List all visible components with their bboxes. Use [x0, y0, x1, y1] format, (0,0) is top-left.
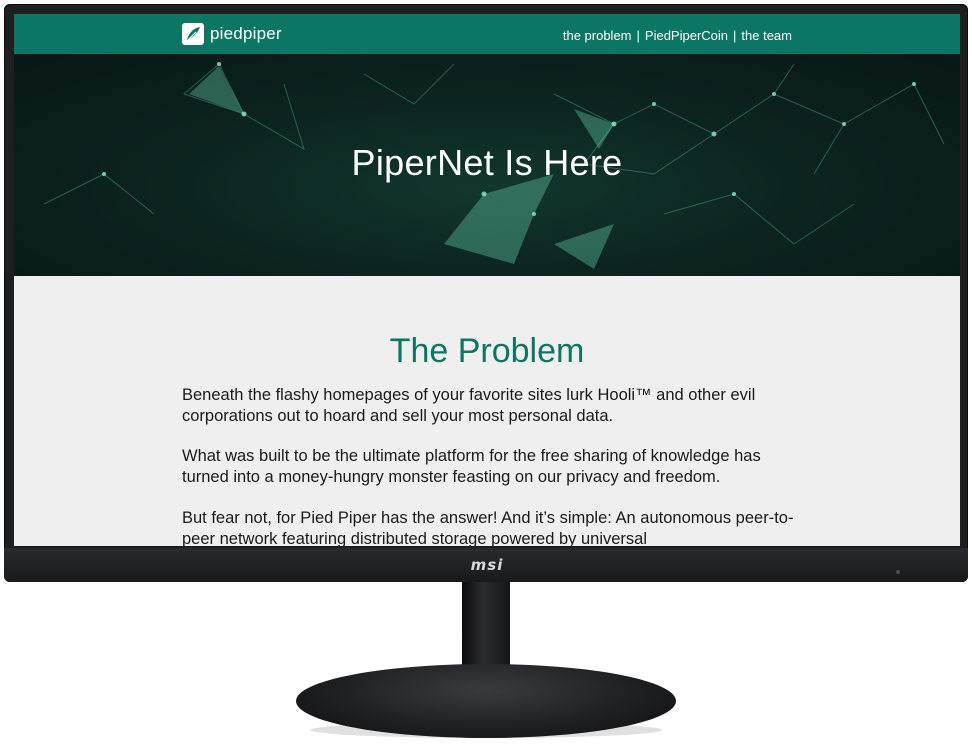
logo-text: piedpiper — [210, 24, 282, 43]
monitor-stand-base — [296, 664, 676, 738]
nav-separator: | — [733, 27, 737, 43]
paragraph-1: Beneath the flashy homepages of your fav… — [182, 386, 756, 425]
power-indicator — [896, 570, 900, 574]
paragraph-3: But fear not, for Pied Piper has the ans… — [182, 509, 794, 546]
problem-section: The Problem Beneath the flashy homepages… — [14, 276, 960, 546]
top-nav: the problem | PiedPiperCoin | the team — [563, 26, 792, 44]
section-title: The Problem — [389, 332, 585, 370]
nav-link-the-team[interactable]: the team — [741, 28, 792, 43]
monitor-screen: piedpiper the problem | PiedPiperCoin | … — [14, 14, 960, 546]
hero-banner: PiperNet Is Here — [14, 54, 960, 276]
piedpiper-logo-icon — [182, 23, 204, 45]
site-header: piedpiper the problem | PiedPiperCoin | … — [14, 14, 960, 54]
site-logo[interactable]: piedpiper — [182, 22, 282, 46]
hero-title: PiperNet Is Here — [351, 142, 623, 183]
monitor-brand-logo: msi — [470, 556, 504, 574]
nav-link-piedpipercoin[interactable]: PiedPiperCoin — [645, 28, 728, 43]
nav-separator: | — [636, 27, 640, 43]
nav-link-the-problem[interactable]: the problem — [563, 28, 632, 43]
paragraph-2: What was built to be the ultimate platfo… — [182, 447, 761, 486]
